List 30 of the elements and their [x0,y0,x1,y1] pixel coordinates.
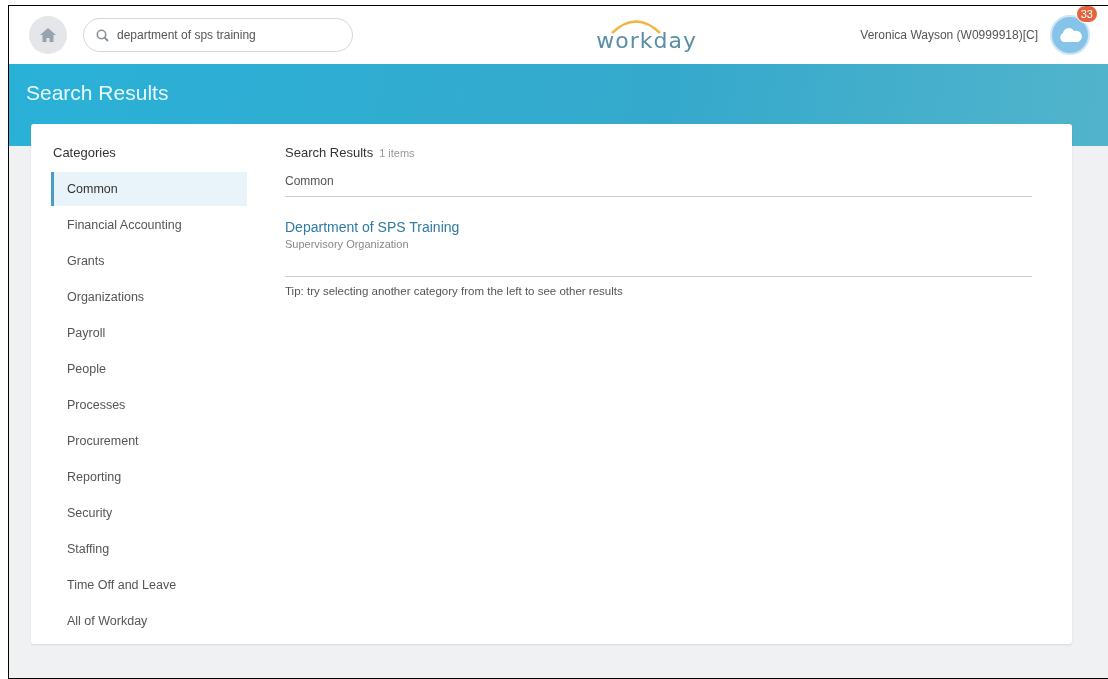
results-title: Search Results [285,145,374,160]
home-button[interactable] [29,16,67,54]
category-item[interactable]: Reporting [51,460,247,494]
result-link[interactable]: Department of SPS Training [285,219,460,235]
category-item[interactable]: People [51,352,247,386]
logo: workday [596,27,698,53]
tip-text: Tip: try selecting another category from the left to see other results [285,285,624,297]
result-type: Supervisory Organization [285,238,410,250]
category-item[interactable]: Processes [51,388,247,422]
home-icon [39,27,57,43]
result-count: 1 items [379,147,415,159]
category-item[interactable]: Security [51,496,247,530]
page-title: Search Results [26,81,169,104]
cloud-icon [1058,28,1082,42]
user-name: Veronica Wayson (W0999918)[C] [860,28,1038,42]
search-icon [96,29,109,42]
category-item[interactable]: Staffing [51,532,247,566]
category-item[interactable]: Payroll [51,316,247,350]
arc-icon [610,17,663,34]
category-item[interactable]: All of Workday [51,604,247,638]
category-item[interactable]: Grants [51,244,247,278]
category-item[interactable]: Time Off and Leave [51,568,247,602]
category-item[interactable]: Organizations [51,280,247,314]
category-item[interactable]: Financial Accounting [51,208,247,242]
notification-badge: 33 [1075,6,1098,23]
sidebar-title: Categories [53,145,117,160]
search-field[interactable]: department of sps training [83,18,353,52]
category-item[interactable]: Procurement [51,424,247,458]
section-heading: Common [285,174,1032,197]
category-item[interactable]: Common [51,172,247,206]
